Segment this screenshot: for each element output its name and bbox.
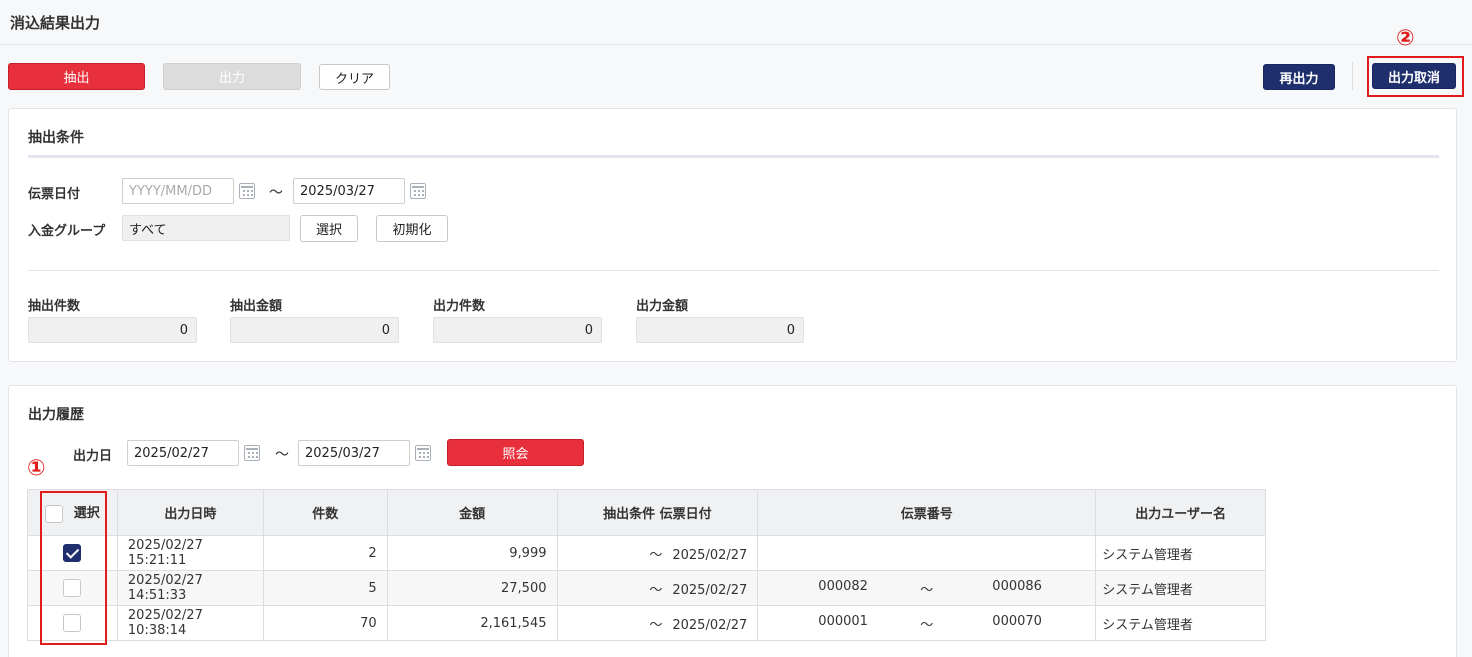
row-count: 70 [262, 605, 388, 641]
row-slip-date: 2025/02/27 [672, 617, 748, 633]
conditions-card: 抽出条件 伝票日付 YYYY/MM/DD ～ 2025/03/27 入金グループ… [8, 108, 1457, 362]
row-datetime: 2025/02/27 10:38:14 [116, 605, 264, 641]
row-slip-from: 000082 [818, 578, 868, 594]
column-header-slip-number[interactable]: 伝票番号 [757, 489, 1097, 536]
row-count: 5 [262, 570, 388, 606]
conditions-title: 抽出条件 [28, 130, 84, 146]
conditions-divider [28, 270, 1439, 271]
column-header-user[interactable]: 出力ユーザー名 [1095, 489, 1266, 536]
extract-button[interactable]: 抽出 [8, 63, 145, 90]
row-slip-tilde: ～ [920, 617, 934, 633]
row-slip-date-cell: ～ 2025/02/27 [556, 605, 759, 641]
row-slip-to: 000070 [992, 613, 1042, 629]
row-slip-from: 000001 [818, 613, 868, 629]
row-slip-date-cell: ～ 2025/02/27 [556, 570, 759, 606]
clear-button[interactable]: クリア [319, 64, 390, 90]
conditions-title-underline [28, 155, 1439, 158]
row-slip-date: 2025/02/27 [672, 547, 748, 563]
slip-date-to-input[interactable]: 2025/03/27 [293, 178, 405, 204]
group-reset-button[interactable]: 初期化 [376, 215, 448, 242]
table-row[interactable]: 2025/02/27 10:38:14 70 2,161,545 ～ 2025/0… [27, 605, 1266, 641]
column-header-count[interactable]: 件数 [262, 489, 388, 536]
toolbar-divider [1352, 62, 1353, 90]
row-user: システム管理者 [1095, 535, 1266, 571]
extract-count-field: 0 [28, 317, 197, 343]
table-header-row: 選択 出力日時 件数 金額 抽出条件 伝票日付 伝票番号 出力ユーザー名 [27, 489, 1266, 536]
history-title: 出力履歴 [28, 407, 84, 423]
row-slip-date-tilde: ～ [649, 617, 663, 633]
group-label: 入金グループ [28, 224, 106, 239]
calendar-icon[interactable] [410, 183, 426, 199]
row-slip-date-tilde: ～ [649, 547, 663, 563]
title-divider [0, 44, 1472, 45]
output-amount-label: 出力金額 [636, 299, 689, 314]
annotation-badge-two: ② [1396, 26, 1415, 51]
row-user: システム管理者 [1095, 570, 1266, 606]
annotation-box-two [1367, 56, 1464, 97]
range-tilde: ～ [275, 447, 289, 463]
group-field: すべて [122, 215, 290, 241]
column-header-datetime[interactable]: 出力日時 [116, 489, 264, 536]
row-slip-to: 000086 [992, 578, 1042, 594]
calendar-icon[interactable] [415, 445, 431, 461]
extract-count-label: 抽出件数 [28, 299, 81, 314]
output-amount-field: 0 [636, 317, 804, 343]
row-slip-number-cell: 000082 ～ 000086 [757, 570, 1097, 606]
output-button[interactable]: 出力 [163, 63, 301, 90]
calendar-icon[interactable] [239, 183, 255, 199]
output-count-field: 0 [433, 317, 602, 343]
row-slip-date: 2025/02/27 [672, 582, 748, 598]
table-row[interactable]: 2025/02/27 15:21:11 2 9,999 ～ 2025/02/27 … [27, 535, 1266, 571]
row-amount: 2,161,545 [386, 605, 558, 641]
extract-amount-field: 0 [230, 317, 399, 343]
row-slip-date-tilde: ～ [649, 582, 663, 598]
row-slip-number-cell [757, 535, 1097, 571]
row-amount: 9,999 [386, 535, 558, 571]
output-date-label: 出力日 [73, 449, 113, 464]
row-user: システム管理者 [1095, 605, 1266, 641]
extract-amount-label: 抽出金額 [230, 299, 283, 314]
annotation-box-one [40, 491, 107, 645]
table-row[interactable]: 2025/02/27 14:51:33 5 27,500 ～ 2025/02/27… [27, 570, 1266, 606]
row-amount: 27,500 [386, 570, 558, 606]
slip-date-label: 伝票日付 [28, 187, 81, 202]
row-count: 2 [262, 535, 388, 571]
output-date-from-input[interactable]: 2025/02/27 [127, 440, 239, 466]
calendar-icon[interactable] [244, 445, 260, 461]
page-title: 消込結果出力 [10, 14, 101, 32]
row-slip-tilde: ～ [920, 582, 934, 598]
reoutput-button[interactable]: 再出力 [1263, 64, 1335, 90]
row-datetime: 2025/02/27 15:21:11 [116, 535, 264, 571]
output-date-to-input[interactable]: 2025/03/27 [298, 440, 410, 466]
row-slip-date-cell: ～ 2025/02/27 [556, 535, 759, 571]
group-select-button[interactable]: 選択 [300, 215, 358, 242]
row-datetime: 2025/02/27 14:51:33 [116, 570, 264, 606]
column-header-slip-date[interactable]: 抽出条件 伝票日付 [556, 489, 759, 536]
query-button[interactable]: 照会 [447, 439, 584, 466]
history-table: 選択 出力日時 件数 金額 抽出条件 伝票日付 伝票番号 出力ユーザー名 202… [27, 489, 1266, 641]
range-tilde: ～ [269, 185, 283, 201]
row-slip-number-cell: 000001 ～ 000070 [757, 605, 1097, 641]
slip-date-from-input[interactable]: YYYY/MM/DD [122, 178, 234, 204]
annotation-badge-one: ① [27, 456, 46, 481]
column-header-amount[interactable]: 金額 [386, 489, 558, 536]
output-count-label: 出力件数 [433, 299, 486, 314]
